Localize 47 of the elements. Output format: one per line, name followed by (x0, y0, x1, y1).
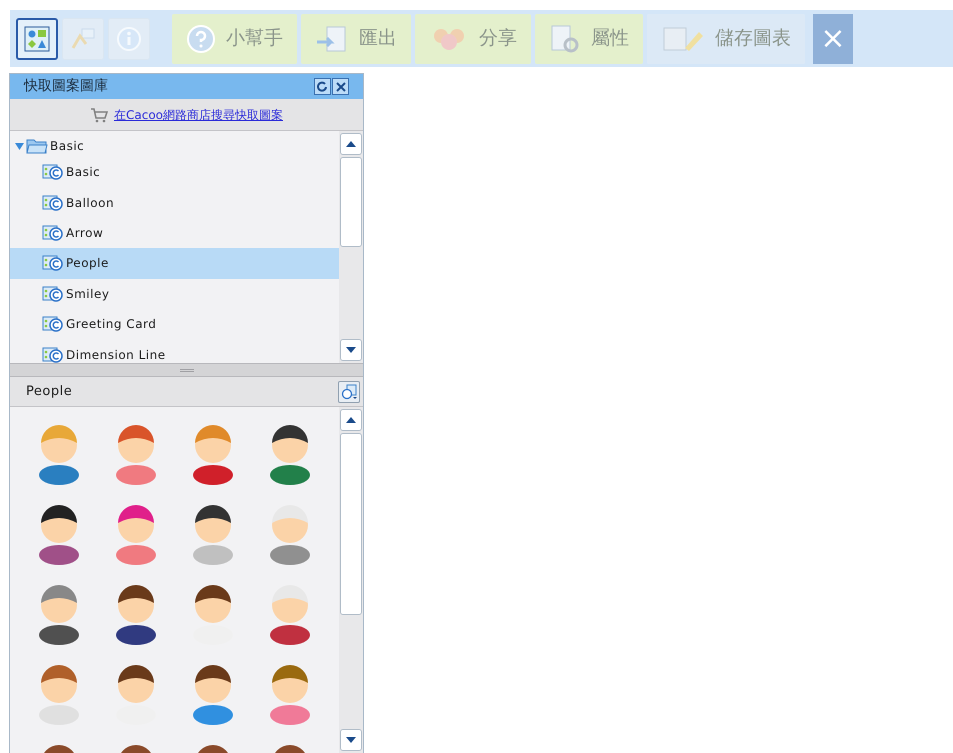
stencil-dropdown-icon (341, 384, 357, 400)
folder-icon (26, 138, 48, 154)
stencil-icon (42, 224, 64, 241)
splitter-handle[interactable] (10, 363, 363, 377)
tree-item[interactable]: Greeting Card (10, 308, 339, 340)
tree-item-label: People (66, 255, 109, 272)
tree-item-label: Smiley (66, 286, 110, 303)
tree-item-label: Greeting Card (66, 316, 156, 334)
document-gear-icon (549, 24, 581, 54)
info-icon (116, 26, 142, 52)
gallery-title: People (26, 382, 72, 401)
tree-item[interactable]: Smiley (10, 278, 339, 309)
stencil-icon (42, 346, 64, 363)
tree-item[interactable]: People (10, 248, 339, 279)
stencil-icon (42, 194, 64, 211)
tree-scrollbar[interactable] (339, 131, 363, 363)
tree-item-label: Arrow (66, 224, 104, 242)
expand-triangle-icon (15, 142, 24, 150)
cart-icon (90, 106, 108, 122)
chat-icon (70, 26, 96, 52)
stencil-icon (42, 286, 64, 302)
tree-folder-item[interactable]: Basic (10, 135, 339, 157)
gallery-options-button[interactable] (338, 380, 360, 402)
tree-item[interactable]: Arrow (10, 218, 339, 248)
stencil-icon (42, 316, 64, 332)
scroll-down-icon (346, 737, 356, 743)
close-icon (336, 82, 346, 92)
tree-item[interactable]: Dimension Line (10, 339, 339, 363)
scroll-up-icon (346, 141, 356, 147)
help-icon (186, 24, 216, 54)
store-search-link[interactable]: 在Cacoo網路商店搜尋快取圖案 (114, 106, 283, 124)
stencil-icon (42, 164, 64, 180)
refresh-button[interactable] (314, 78, 331, 95)
scroll-down-icon (346, 347, 356, 353)
close-panel-button[interactable] (332, 78, 349, 95)
tree-item-label: Basic (66, 164, 100, 182)
tree-item-label: Dimension Line (66, 346, 166, 363)
toolbar-toggle-button[interactable] (16, 18, 58, 60)
tree-item-label: Balloon (66, 194, 114, 212)
gallery-scrollbar[interactable] (339, 407, 363, 753)
refresh-icon (317, 81, 328, 92)
shapes-icon (24, 26, 50, 52)
stencil-icon (42, 255, 64, 272)
tree-item[interactable]: Balloon (10, 187, 339, 218)
scroll-up-icon (346, 417, 356, 423)
panel-title: 快取圖案圖庫 (24, 77, 108, 96)
tree-item[interactable]: Basic (10, 157, 339, 188)
